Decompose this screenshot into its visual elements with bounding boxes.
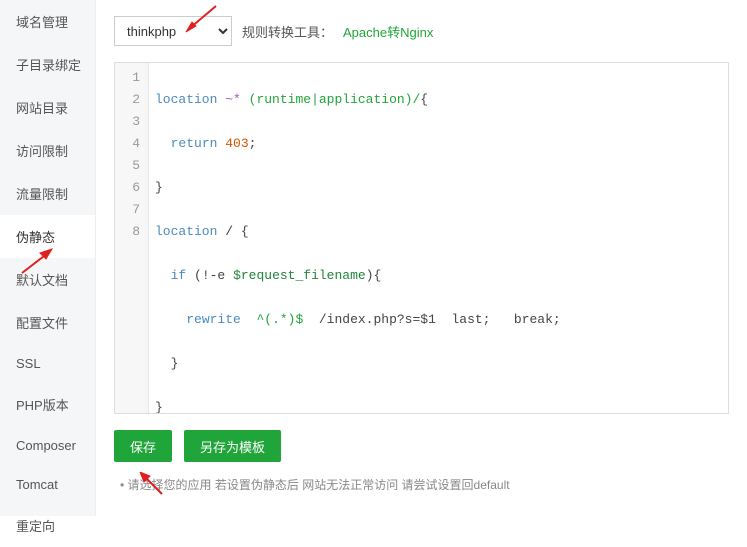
convert-link-apache-to-nginx[interactable]: Apache转Nginx — [343, 22, 433, 41]
line-number: 6 — [115, 177, 140, 199]
code-line: } — [155, 353, 720, 375]
sidebar-item-tomcat[interactable]: Tomcat — [0, 465, 95, 504]
main: thinkphp 规则转换工具： Apache转Nginx 1 2 3 4 5 … — [96, 0, 747, 516]
line-number: 2 — [115, 89, 140, 111]
sidebar-item-label: 流量限制 — [16, 187, 68, 202]
sidebar-item-redirect[interactable]: 重定向 — [0, 504, 95, 547]
sidebar: 域名管理 子目录绑定 网站目录 访问限制 流量限制 伪静态 默认文档 配置文件 … — [0, 0, 96, 516]
button-row: 保存 另存为模板 — [114, 430, 729, 462]
code-line: location ~* (runtime|application)/{ — [155, 89, 720, 111]
sidebar-item-label: 重定向 — [16, 519, 55, 534]
code-editor[interactable]: 1 2 3 4 5 6 7 8 location ~* (runtime|app… — [114, 62, 729, 414]
sidebar-item-subdir[interactable]: 子目录绑定 — [0, 43, 95, 86]
code-line: return 403; — [155, 133, 720, 155]
sidebar-item-composer[interactable]: Composer — [0, 426, 95, 465]
code-line: rewrite ^(.*)$ /index.php?s=$1 last; bre… — [155, 309, 720, 331]
top-row: thinkphp 规则转换工具： Apache转Nginx — [114, 16, 729, 46]
line-number: 3 — [115, 111, 140, 133]
sidebar-item-sitedir[interactable]: 网站目录 — [0, 86, 95, 129]
convert-label: 规则转换工具： — [242, 22, 333, 41]
sidebar-item-label: 配置文件 — [16, 316, 68, 331]
layout: 域名管理 子目录绑定 网站目录 访问限制 流量限制 伪静态 默认文档 配置文件 … — [0, 0, 747, 516]
code-line: if (!-e $request_filename){ — [155, 265, 720, 287]
sidebar-item-rewrite[interactable]: 伪静态 — [0, 215, 95, 258]
editor-gutter: 1 2 3 4 5 6 7 8 — [115, 63, 149, 413]
usage-hint: 请选择您的应用 若设置伪静态后 网站无法正常访问 请尝试设置回default — [114, 476, 729, 493]
sidebar-item-domain[interactable]: 域名管理 — [0, 0, 95, 43]
sidebar-item-label: SSL — [16, 356, 41, 371]
code-line: } — [155, 177, 720, 199]
sidebar-item-config[interactable]: 配置文件 — [0, 301, 95, 344]
rewrite-template-select[interactable]: thinkphp — [114, 16, 232, 46]
line-number: 5 — [115, 155, 140, 177]
sidebar-item-label: 子目录绑定 — [16, 58, 81, 73]
code-line: location / { — [155, 221, 720, 243]
sidebar-item-label: Composer — [16, 438, 76, 453]
line-number: 8 — [115, 221, 140, 243]
editor-content[interactable]: location ~* (runtime|application)/{ retu… — [149, 63, 728, 413]
sidebar-item-access[interactable]: 访问限制 — [0, 129, 95, 172]
save-as-template-button[interactable]: 另存为模板 — [184, 430, 281, 462]
sidebar-item-label: 访问限制 — [16, 144, 68, 159]
sidebar-item-ssl[interactable]: SSL — [0, 344, 95, 383]
line-number: 1 — [115, 67, 140, 89]
sidebar-item-label: 默认文档 — [16, 273, 68, 288]
sidebar-item-label: Tomcat — [16, 477, 58, 492]
sidebar-item-label: 伪静态 — [16, 230, 55, 245]
line-number: 7 — [115, 199, 140, 221]
line-number: 4 — [115, 133, 140, 155]
sidebar-item-traffic[interactable]: 流量限制 — [0, 172, 95, 215]
sidebar-item-php[interactable]: PHP版本 — [0, 383, 95, 426]
save-button[interactable]: 保存 — [114, 430, 172, 462]
sidebar-item-label: 网站目录 — [16, 101, 68, 116]
sidebar-item-defaultdoc[interactable]: 默认文档 — [0, 258, 95, 301]
sidebar-item-label: PHP版本 — [16, 398, 69, 413]
sidebar-item-label: 域名管理 — [16, 15, 68, 30]
code-line: } — [155, 397, 720, 413]
